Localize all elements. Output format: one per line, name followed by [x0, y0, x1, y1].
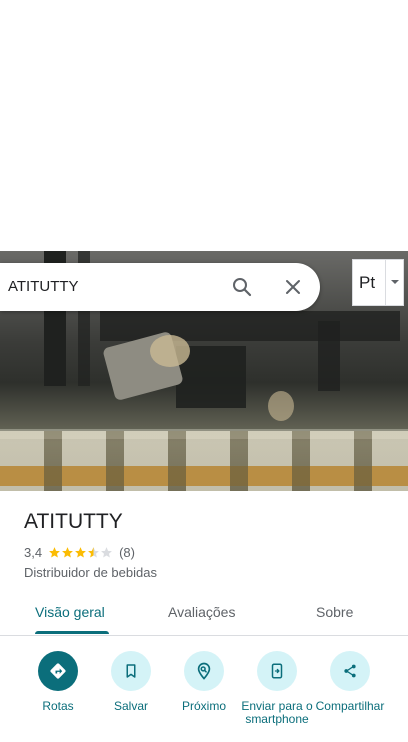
- share-button[interactable]: Compartilhar: [312, 648, 388, 713]
- save-label: Salvar: [113, 699, 148, 713]
- directions-label: Rotas: [42, 699, 74, 713]
- send-to-phone-label: Enviar para o smartphone: [241, 699, 313, 726]
- nearby-label: Próximo: [181, 699, 226, 713]
- save-button-circle: [111, 651, 151, 691]
- send-to-phone-button[interactable]: Enviar para o smartphone: [239, 648, 315, 726]
- nearby-button-circle: [184, 651, 224, 691]
- star-full-icon: [49, 546, 60, 558]
- chevron-down-icon[interactable]: [391, 280, 399, 284]
- share-icon: [344, 664, 356, 678]
- photo-machine-part: [318, 321, 340, 391]
- language-divider: [385, 260, 386, 305]
- directions-button-circle: [38, 651, 78, 691]
- photo-highlight: [268, 391, 294, 421]
- tab-overview[interactable]: Visão geral: [35, 604, 105, 620]
- photo-highlight: [150, 335, 190, 367]
- nearby-icon: [197, 662, 211, 680]
- place-category: Distribuidor de bebidas: [24, 565, 157, 580]
- send-to-phone-icon: [271, 663, 283, 679]
- star-empty-icon: [101, 546, 112, 558]
- bookmark-icon: [126, 664, 136, 678]
- tab-bar: Visão geral Avaliações Sobre: [0, 596, 408, 636]
- review-count[interactable]: (8): [119, 545, 135, 560]
- close-icon[interactable]: [281, 275, 305, 299]
- language-label: Pt: [359, 273, 376, 292]
- directions-button[interactable]: Rotas: [20, 648, 96, 713]
- search-bar: ATITUTTY: [0, 263, 320, 311]
- share-label: Compartilhar: [315, 699, 385, 713]
- place-title: ATITUTTY: [24, 510, 123, 533]
- tab-reviews[interactable]: Avaliações: [168, 604, 235, 620]
- photo-bottle-labels: [0, 466, 408, 486]
- search-icon[interactable]: [230, 275, 254, 299]
- send-to-phone-button-circle: [257, 651, 297, 691]
- save-button[interactable]: Salvar: [93, 648, 169, 713]
- action-bar: Rotas Salvar Próximo Enviar para o smart…: [0, 648, 408, 742]
- star-full-icon: [75, 546, 86, 558]
- star-half-icon: [88, 546, 99, 558]
- active-tab-indicator: [35, 631, 109, 634]
- rating-row[interactable]: 3,4 (8): [24, 544, 135, 560]
- share-button-circle: [330, 651, 370, 691]
- directions-icon: [50, 663, 66, 679]
- nearby-button[interactable]: Próximo: [166, 648, 242, 713]
- language-selector[interactable]: Pt: [352, 259, 404, 306]
- rating-stars: [48, 546, 113, 559]
- search-input[interactable]: ATITUTTY: [8, 278, 79, 295]
- star-full-icon: [62, 546, 73, 558]
- tab-about[interactable]: Sobre: [316, 604, 353, 620]
- rating-value: 3,4: [24, 544, 43, 560]
